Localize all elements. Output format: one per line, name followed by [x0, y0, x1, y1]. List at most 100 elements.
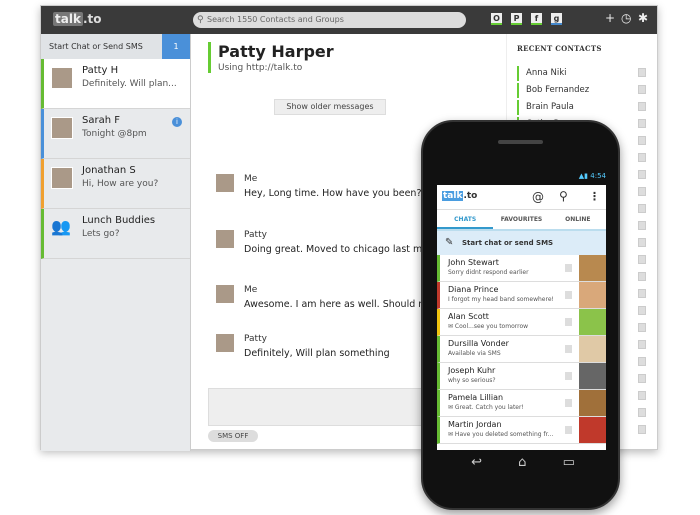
network-icon: [565, 345, 572, 353]
chat-name: Lunch Buddies: [82, 215, 156, 226]
network-icon: [638, 255, 646, 264]
android-nav: ↩ ⌂ ▭: [453, 455, 593, 470]
avatar: [216, 285, 234, 303]
phone-contact[interactable]: Diana Prince I forgot my head band somewh…: [437, 282, 606, 309]
recent-contacts-title: RECENT CONTACTS: [517, 44, 602, 53]
contact-photo: [579, 282, 606, 308]
contact-photo: [579, 363, 606, 389]
chat-name: Jonathan S: [82, 165, 136, 176]
chat-list-item[interactable]: Patty H Definitely. Will plan...: [41, 59, 190, 109]
network-icon: [638, 136, 646, 145]
network-icon: [638, 85, 646, 94]
network-icon: [638, 357, 646, 366]
network-icon: [638, 68, 646, 77]
compose-icon: ✎: [445, 237, 454, 248]
tab-favourites[interactable]: FAVOURITES: [493, 210, 549, 229]
network-icon: [638, 323, 646, 332]
facebook-icon[interactable]: f: [531, 13, 542, 25]
network-icon: [638, 238, 646, 247]
avatar: [51, 117, 73, 139]
chat-list-item[interactable]: Jonathan S Hi, How are you?: [41, 159, 190, 209]
unread-badge: 1: [162, 34, 190, 59]
recent-contact[interactable]: Brain Paula: [517, 100, 574, 115]
home-icon[interactable]: ⌂: [518, 455, 526, 470]
menu-icon[interactable]: ⋮: [589, 190, 600, 203]
network-icon: [565, 426, 572, 434]
network-icon: [638, 204, 646, 213]
network-icon: [565, 264, 572, 272]
message-text: Doing great. Moved to chicago last month: [244, 244, 444, 255]
chat-list-item[interactable]: Sarah F Tonight @8pm i: [41, 109, 190, 159]
phone-device: ▲▮ 4:54 talk.to @ ⚲ ⋮ CHATS FAVOURITES O…: [421, 120, 620, 510]
phone-contact[interactable]: Alan Scott ✉ Cool...see you tomorrow: [437, 309, 606, 336]
network-icon: [638, 272, 646, 281]
network-icon: [638, 408, 646, 417]
search-icon[interactable]: ⚲: [559, 189, 568, 203]
search-input[interactable]: Search 1550 Contacts and Groups: [193, 12, 466, 28]
phone-contact[interactable]: Pamela Lillian ✉ Great. Catch you later!: [437, 390, 606, 417]
at-icon[interactable]: @: [532, 190, 544, 204]
history-icon[interactable]: ◷: [621, 11, 631, 25]
avatar: [216, 334, 234, 352]
google-icon[interactable]: g: [551, 13, 562, 25]
contact-photo: [579, 336, 606, 362]
start-chat-label: Start Chat or Send SMS: [49, 42, 143, 51]
phone-contact[interactable]: Martin Jordan ✉ Have you deleted somethin…: [437, 417, 606, 444]
phone-speaker: [498, 140, 543, 144]
recents-icon[interactable]: ▭: [563, 455, 575, 470]
chat-preview: Definitely. Will plan...: [82, 79, 177, 89]
chat-preview: Tonight @8pm: [82, 129, 147, 139]
start-chat-label: Start chat or send SMS: [462, 239, 554, 247]
contact-name: Patty Harper: [218, 42, 334, 61]
tab-online[interactable]: ONLINE: [550, 210, 606, 229]
message-text: Definitely, Will plan something: [244, 348, 390, 359]
p-icon[interactable]: P: [511, 13, 522, 25]
chat-preview: Hi, How are you?: [82, 179, 159, 189]
phone-contact[interactable]: Dursilla Vonder Available via SMS: [437, 336, 606, 363]
app-bar: talk.to @ ⚲ ⋮: [437, 185, 606, 210]
start-chat-button[interactable]: ✎ Start chat or send SMS: [437, 231, 606, 255]
clock: 4:54: [590, 172, 606, 180]
network-icon: [638, 102, 646, 111]
avatar: 👥: [51, 217, 71, 236]
message-text: Awesome. I am here as well. Should meet: [244, 299, 443, 310]
show-older-messages-button[interactable]: Show older messages: [274, 99, 386, 115]
phone-contact[interactable]: Joseph Kuhr why so serious?: [437, 363, 606, 390]
chat-list-item[interactable]: 👥 Lunch Buddies Lets go?: [41, 209, 190, 259]
avatar: [216, 174, 234, 192]
info-icon: i: [172, 117, 182, 127]
network-icon: [565, 399, 572, 407]
talkto-logo: talk.to: [442, 191, 478, 201]
back-icon[interactable]: ↩: [471, 455, 482, 470]
message-text: Hey, Long time. How have you been?: [244, 188, 422, 199]
avatar: [216, 230, 234, 248]
start-chat-button[interactable]: Start Chat or Send SMS 1: [41, 34, 190, 59]
conversation-header: Patty Harper Using http://talk.to: [208, 42, 334, 73]
phone-contact[interactable]: John Stewart Sorry didnt respond earlier: [437, 255, 606, 282]
recent-contact[interactable]: Anna Niki: [517, 66, 567, 81]
network-icon: [638, 425, 646, 434]
network-icon: [565, 318, 572, 326]
network-icon: [638, 170, 646, 179]
network-icon: [638, 187, 646, 196]
chat-sidebar: Start Chat or Send SMS 1 Patty H Definitel…: [41, 34, 191, 451]
message-sender: Patty: [244, 230, 267, 240]
contact-photo: [579, 417, 606, 443]
network-icon: [638, 374, 646, 383]
chat-name: Patty H: [82, 65, 119, 76]
recent-contact[interactable]: Bob Fernandez: [517, 83, 589, 98]
network-icon: [565, 291, 572, 299]
status-bar: ▲▮ 4:54: [578, 172, 606, 180]
tab-bar: CHATS FAVOURITES ONLINE: [437, 210, 606, 231]
add-icon[interactable]: +: [605, 11, 615, 25]
phone-screen: talk.to @ ⚲ ⋮ CHATS FAVOURITES ONLINE ✎ S…: [437, 185, 606, 450]
contact-photo: [579, 309, 606, 335]
top-bar: talk.to Search 1550 Contacts and Groups …: [41, 6, 657, 34]
tab-chats[interactable]: CHATS: [437, 210, 494, 229]
message-sender: Me: [244, 174, 258, 184]
network-icon: [638, 306, 646, 315]
aim-icon[interactable]: O: [491, 13, 502, 25]
network-icon: [638, 289, 646, 298]
settings-icon[interactable]: ✱: [638, 11, 648, 25]
sms-toggle[interactable]: SMS OFF: [208, 430, 258, 442]
